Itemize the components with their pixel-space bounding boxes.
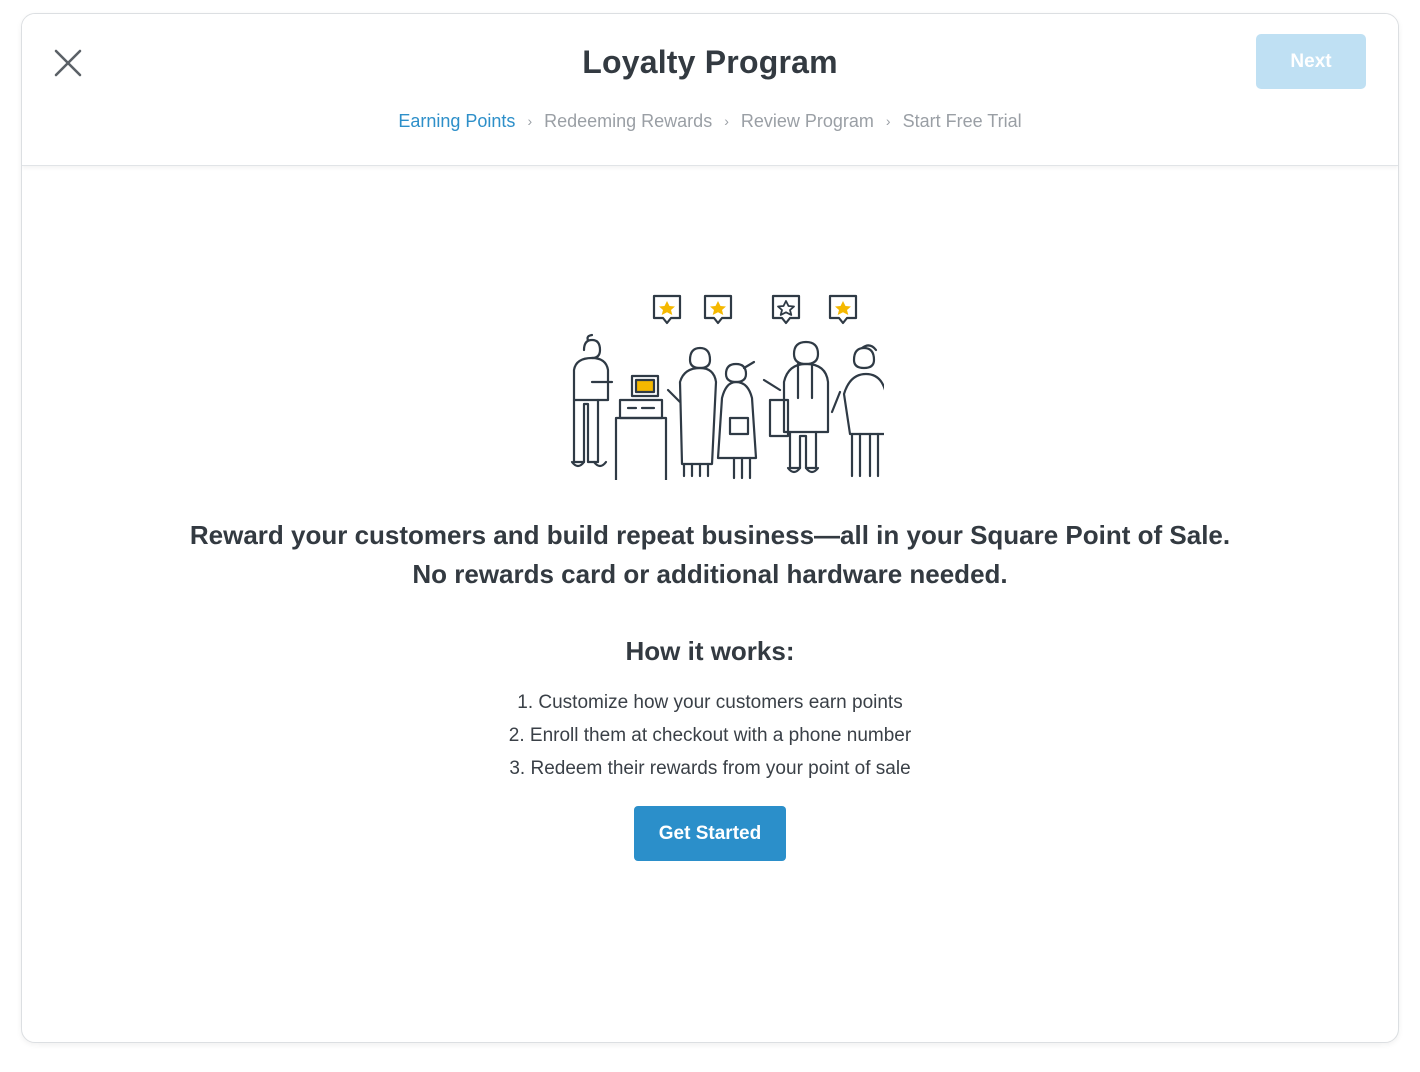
breadcrumb-earning-points[interactable]: Earning Points (398, 111, 515, 131)
reward-bubble-1 (652, 294, 682, 325)
list-item: 1. Customize how your customers earn poi… (517, 692, 903, 713)
breadcrumb-start-free-trial[interactable]: Start Free Trial (903, 111, 1022, 131)
customer-figure-2 (666, 346, 718, 478)
reward-bubble-3 (771, 294, 801, 325)
headline-line-2: No rewards card or additional hardware n… (412, 559, 1008, 589)
get-started-button[interactable]: Get Started (634, 806, 786, 861)
loyalty-program-modal: Loyalty Program Next Earning Points › Rede… (21, 13, 1399, 1043)
steps-list: 1. Customize how your customers earn poi… (22, 686, 1398, 785)
list-item: 2. Enroll them at checkout with a phone … (508, 725, 912, 746)
register-counter (614, 374, 668, 480)
modal-header: Loyalty Program Next Earning Points › Rede… (22, 14, 1398, 166)
chevron-right-icon: › (885, 113, 891, 129)
customer-figure-4 (762, 340, 830, 474)
breadcrumb-review-program[interactable]: Review Program (741, 111, 874, 131)
cashier-figure (570, 333, 614, 468)
breadcrumb: Earning Points › Redeeming Rewards › Review … (22, 111, 1398, 132)
chevron-right-icon: › (527, 113, 533, 129)
list-item: 3. Redeem their rewards from your point … (509, 758, 911, 779)
main-headline: Reward your customers and build repeat b… (22, 516, 1398, 594)
breadcrumb-redeeming-rewards[interactable]: Redeeming Rewards (544, 111, 712, 131)
reward-bubble-4 (828, 294, 858, 325)
reward-bubble-2 (703, 294, 733, 325)
customer-figure-3 (716, 360, 758, 480)
page-title: Loyalty Program (582, 44, 838, 80)
customers-at-checkout-illustration (570, 294, 884, 480)
chevron-right-icon: › (724, 113, 729, 129)
headline-line-1: Reward your customers and build repeat b… (189, 520, 1231, 550)
next-button[interactable]: Next (1256, 34, 1366, 89)
customer-figure-5 (830, 344, 884, 478)
how-it-works-title: How it works: (625, 636, 795, 666)
